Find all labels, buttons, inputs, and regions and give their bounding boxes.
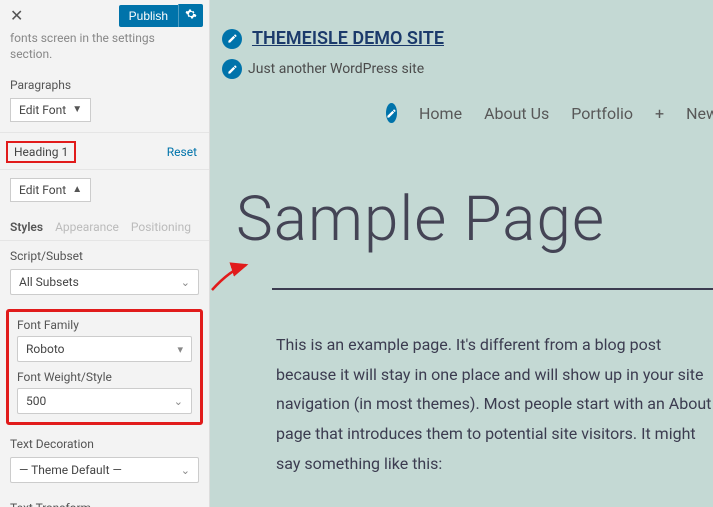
text-decoration-label: Text Decoration [0,429,209,457]
text-decoration-select[interactable]: — Theme Default — ⌄ [10,457,199,483]
site-tagline: Just another WordPress site [248,61,424,77]
preview-pane: THEMEISLE DEMO SITE Just another WordPre… [210,0,713,507]
script-subset-label: Script/Subset [0,241,209,269]
chevron-down-icon: ⌄ [174,395,183,408]
reset-link[interactable]: Reset [167,145,203,159]
font-weight-label: Font Weight/Style [15,370,194,388]
page-body-paragraph: This is an example page. It's different … [210,290,713,478]
nav-expand-icon[interactable]: + [655,104,664,123]
font-family-highlight-box: Font Family Roboto ▾ Font Weight/Style 5… [6,309,203,425]
font-family-label: Font Family [15,318,194,336]
nav-portfolio[interactable]: Portfolio [571,104,633,123]
edit-font-label: Edit Font [19,103,66,117]
edit-shortcut-icon[interactable] [386,103,397,123]
text-transform-label: Text Transform [0,493,209,507]
caret-down-icon: ▾ [177,343,183,356]
page-title: Sample Page [210,123,713,256]
select-value: 500 [26,394,46,408]
close-icon[interactable]: ✕ [6,6,27,25]
caret-down-icon: ▼ [72,105,82,115]
font-weight-select[interactable]: 500 ⌄ [17,388,192,414]
primary-nav: Home About Us Portfolio + News Conta [210,79,713,123]
tab-styles[interactable]: Styles [10,220,43,234]
select-value: — Theme Default — [19,463,122,477]
section-heading1-label: Heading 1 [6,141,76,163]
nav-home[interactable]: Home [419,104,462,123]
heading1-edit-font-button[interactable]: Edit Font ▲ [10,178,91,202]
select-value: Roboto [26,342,64,356]
publish-button[interactable]: Publish [119,5,178,27]
tab-appearance[interactable]: Appearance [55,220,119,234]
edit-shortcut-icon[interactable] [222,59,242,79]
nav-about[interactable]: About Us [484,104,549,123]
nav-news[interactable]: News [686,104,713,123]
font-family-select[interactable]: Roboto ▾ [17,336,192,362]
edit-shortcut-icon[interactable] [222,29,242,49]
section-paragraphs-label: Paragraphs [0,70,209,98]
chevron-down-icon: ⌄ [181,464,190,477]
tab-positioning[interactable]: Positioning [131,220,191,234]
paragraphs-edit-font-button[interactable]: Edit Font ▼ [10,98,91,122]
sidebar-note: fonts screen in the settings section. [0,31,209,70]
chevron-down-icon: ⌄ [181,276,190,289]
edit-font-label: Edit Font [19,183,66,197]
script-subset-select[interactable]: All Subsets ⌄ [10,269,199,295]
caret-up-icon: ▲ [72,185,82,195]
site-title-link[interactable]: THEMEISLE DEMO SITE [252,28,444,49]
gear-icon[interactable] [178,4,203,27]
heading1-tabs: Styles Appearance Positioning [0,212,209,241]
select-value: All Subsets [19,275,79,289]
customizer-sidebar: ✕ Publish fonts screen in the settings s… [0,0,210,507]
